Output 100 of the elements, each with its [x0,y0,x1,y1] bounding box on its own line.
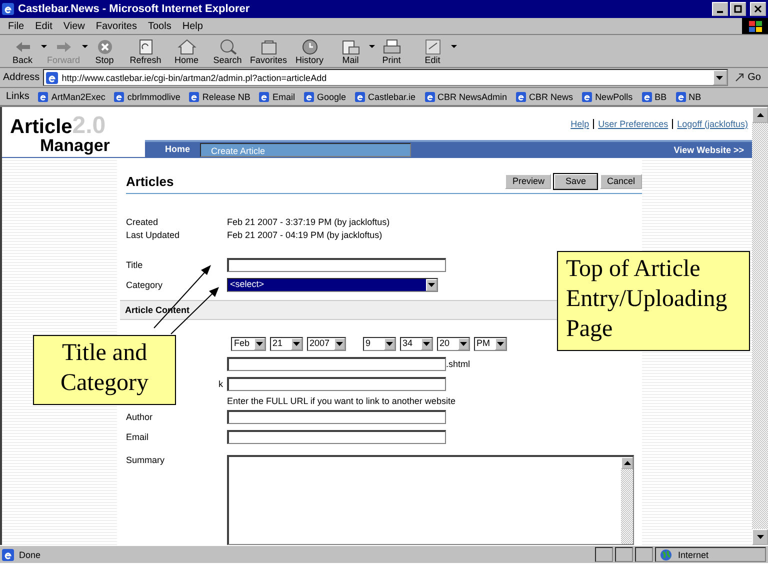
status-panel [615,547,633,562]
maximize-icon [734,5,742,13]
menu-item[interactable]: Tools [148,20,172,32]
form-button[interactable]: Cancel [600,174,642,188]
scrollbar[interactable] [752,107,768,545]
date-select[interactable]: 34 [400,337,433,351]
link-button[interactable]: NewPolls [582,92,633,102]
toolbar-button[interactable]: Home [170,39,203,65]
minimize-button[interactable] [712,2,728,16]
title-input[interactable] [227,258,446,272]
search-icon [218,39,238,55]
page-icon [38,92,48,102]
page-icon [424,92,435,102]
address-field[interactable]: http://www.castlebar.ie/cgi-bin/artman2/admin.pl?action=articleAdd [42,69,728,86]
field-value: Feb 21 2007 - 04:19 PM (by jackloftus) [227,230,382,240]
nav-tab[interactable]: Home [155,142,200,157]
windows-logo-icon [742,18,768,34]
link-button[interactable]: CBR NewsAdmin [424,92,508,102]
page-icon [189,92,200,102]
caret-icon [716,76,724,80]
go-button[interactable]: Go [730,72,765,83]
caret-icon [422,342,430,346]
maximize-button[interactable] [730,2,746,16]
date-select[interactable]: PM [474,337,507,351]
author-input[interactable] [227,410,446,424]
category-select[interactable]: <select> [227,278,438,292]
link-button[interactable]: ArtMan2Exec [38,92,106,102]
date-select[interactable]: 9 [362,337,396,351]
toolbar-button[interactable]: Print [375,39,408,65]
field-label: Last Updated [126,230,181,240]
menu-item[interactable]: View [63,20,85,32]
page-heading: Articles [126,174,174,188]
caret-icon [624,461,630,465]
links-label: Links [6,91,30,102]
form-button[interactable]: Save [554,174,597,188]
status-panel [635,547,653,562]
page-icon [582,92,592,102]
toolbar-button[interactable]: Refresh [129,39,162,65]
toolbar-button[interactable]: Back [6,39,39,65]
link-separator [593,118,594,128]
filename-suffix: .shtml [446,359,470,369]
date-select[interactable]: Feb [231,337,266,351]
link-button[interactable]: Release NB [189,92,250,102]
toolbar-button[interactable]: Stop [88,39,121,65]
globe-icon [660,548,672,560]
header-link[interactable]: Logoff (jackloftus) [677,118,748,128]
close-icon [754,5,762,13]
page-icon [259,92,270,102]
favorites-icon [258,39,278,55]
zone-indicator: Internet [655,547,766,562]
form-button[interactable]: Preview [505,174,552,188]
field-label: Created [126,216,160,226]
annotation-callout: Title and Category [33,335,176,405]
link-button[interactable]: BB [642,92,667,102]
toolbar-button[interactable]: Mail [334,39,367,65]
menu-item[interactable]: Favorites [96,20,137,32]
page-icon [676,92,686,102]
page-icon [516,92,526,102]
mail-icon [340,39,360,55]
link-button[interactable]: NB [676,92,702,102]
caret-icon [292,342,300,346]
link-button[interactable]: cbrlmmodlive [114,92,180,102]
status-panel [595,547,613,562]
field-label: Email [126,432,150,442]
menu-item[interactable]: Help [182,20,203,32]
header-link[interactable]: Help [570,118,590,128]
link-separator [672,118,674,128]
toolbar-button[interactable]: Favorites [252,39,285,65]
toolbar-button[interactable]: Edit [416,39,449,65]
date-select[interactable]: 21 [270,337,303,351]
caret-icon [428,283,435,287]
caret-icon [256,342,263,346]
history-icon [300,39,320,55]
menu-item[interactable]: File [8,20,24,32]
caret-icon [386,342,393,346]
caret-icon [756,113,764,117]
field-label: k [218,379,223,389]
email-input[interactable] [227,430,446,444]
caret-icon [496,342,504,346]
caret-icon [756,535,764,539]
link-button[interactable]: Castlebar.ie [354,92,416,102]
toolbar-button[interactable]: Search [211,39,244,65]
arrow-icon [734,72,746,83]
link-button[interactable]: Email [259,92,295,102]
link-input[interactable] [227,377,446,391]
dropdown-button[interactable] [712,70,727,85]
field-label: Summary [126,455,166,465]
link-button[interactable]: CBR News [516,92,574,102]
header-link[interactable]: User Preferences [598,118,668,128]
filename-input[interactable] [227,357,446,371]
page-icon [354,92,365,102]
page-icon [642,92,652,102]
field-label: Category [126,280,164,290]
date-select[interactable]: 20 [436,337,470,351]
link-button[interactable]: Google [304,92,346,102]
toolbar-button[interactable]: History [293,39,326,65]
view-website-link[interactable]: View Website >> [674,144,752,154]
close-button[interactable] [750,2,766,16]
date-select[interactable]: 2007 [306,337,346,351]
menu-item[interactable]: Edit [35,20,52,32]
